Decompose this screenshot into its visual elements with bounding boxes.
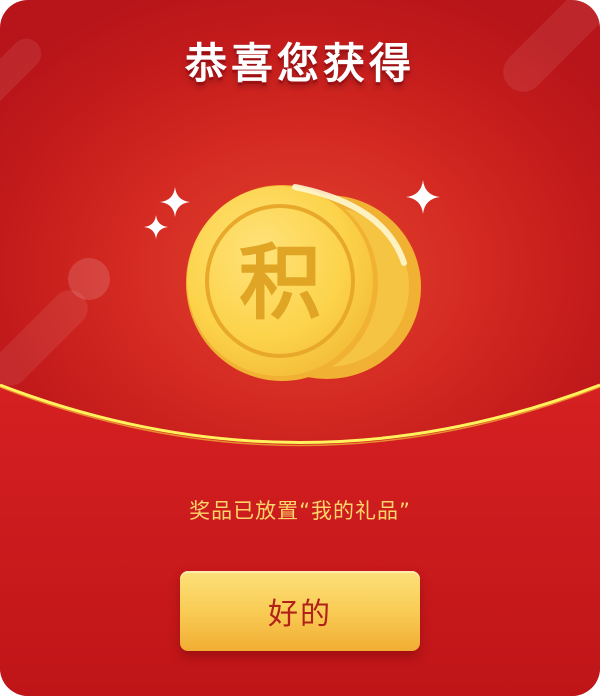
confirm-button[interactable]: 好的 <box>180 571 420 651</box>
sparkle-icon <box>144 215 168 239</box>
coin-character: 积 <box>239 236 321 331</box>
coin-icon: 积 <box>186 184 421 381</box>
reward-dialog: 恭喜您获得 积 奖品已放置“我的礼品” 好的 <box>0 0 600 696</box>
decor-stripe <box>0 282 96 394</box>
dialog-title: 恭喜您获得 <box>184 39 415 88</box>
prize-message: 奖品已放置“我的礼品” <box>189 499 411 523</box>
decor-dot <box>68 258 110 300</box>
